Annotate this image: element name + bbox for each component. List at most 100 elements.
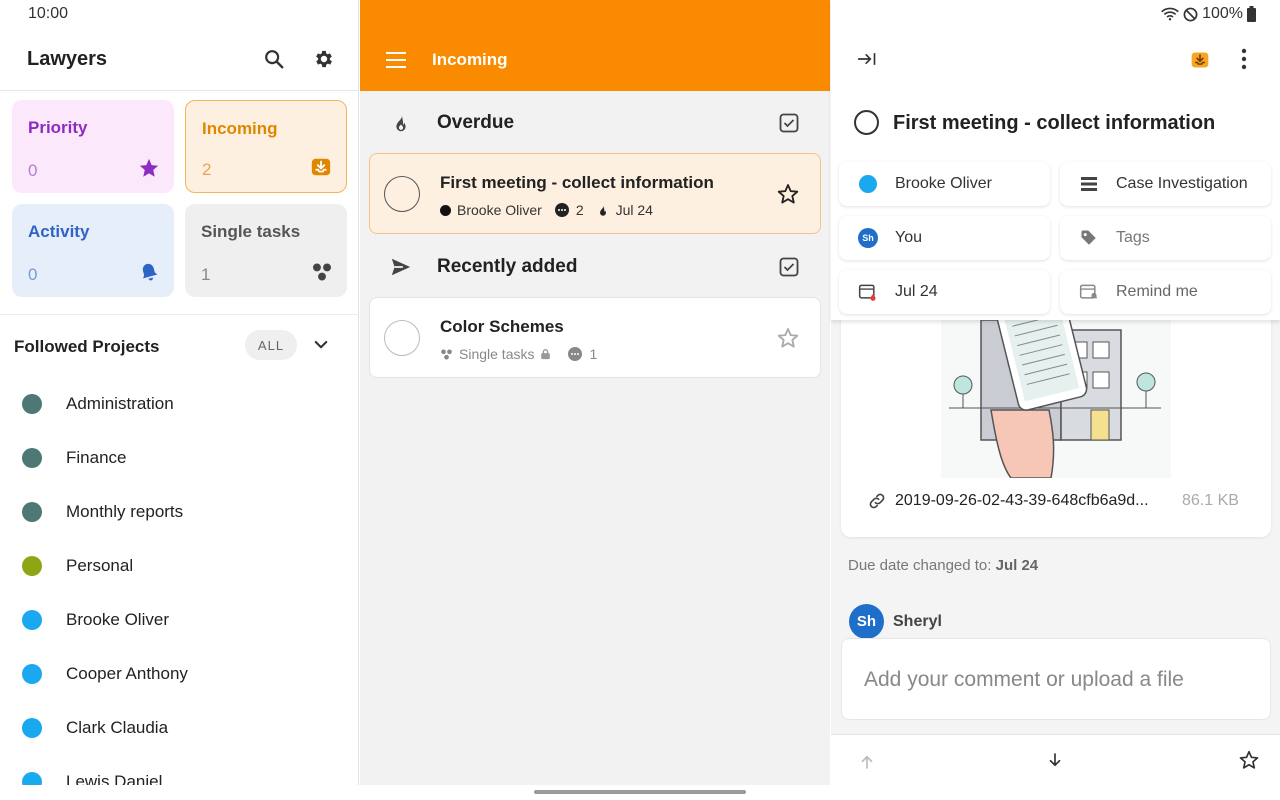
pill-label: You: [895, 229, 922, 246]
task-project: Single tasks: [459, 346, 535, 362]
star-outline-icon[interactable]: [776, 182, 800, 206]
gesture-handle[interactable]: [534, 790, 746, 794]
flame-icon: [396, 113, 406, 132]
search-icon: [265, 50, 284, 69]
select-all-checkbox-icon[interactable]: [779, 113, 799, 133]
project-color-dot: [22, 502, 42, 522]
comment-input[interactable]: Add your comment or upload a file: [841, 638, 1271, 720]
project-color-dot: [22, 610, 42, 630]
project-color-dot: [22, 556, 42, 576]
attachment-card[interactable]: 2019-09-26-02-43-39-648cfb6a9d... 86.1 K…: [841, 300, 1271, 537]
avatar: Sh: [849, 604, 884, 639]
sidebar: 10:00 Lawyers Priority 0 Incoming 2 Acti…: [0, 0, 359, 785]
attachment-name[interactable]: 2019-09-26-02-43-39-648cfb6a9d...: [895, 492, 1149, 510]
project-color-dot: [22, 394, 42, 414]
assignee-dot: [440, 204, 451, 216]
expand-projects-button[interactable]: [307, 331, 335, 359]
project-item[interactable]: Monthly reports: [0, 485, 358, 539]
owner-pill[interactable]: Sh You: [839, 216, 1050, 260]
project-color-dot: [22, 448, 42, 468]
assignee-dot: [857, 173, 879, 195]
search-button[interactable]: [260, 45, 288, 73]
inbox-icon: [310, 156, 332, 178]
menu-button[interactable]: [382, 46, 410, 74]
lock-icon: [541, 349, 551, 360]
hamburger-icon: [386, 52, 406, 68]
detail-bottom-bar: [831, 734, 1280, 785]
all-projects-button[interactable]: ALL: [245, 330, 297, 360]
project-label: Lewis Daniel: [66, 772, 163, 785]
project-label: Personal: [66, 556, 134, 575]
project-item[interactable]: Finance: [0, 431, 358, 485]
send-icon: [391, 258, 411, 276]
task-card[interactable]: Color Schemes Single tasks 1: [369, 297, 821, 378]
card-single-tasks[interactable]: Single tasks 1: [185, 204, 347, 297]
divider: [0, 314, 358, 315]
card-priority[interactable]: Priority 0: [12, 100, 174, 193]
arrow-up-icon[interactable]: [858, 752, 876, 772]
gear-icon: [316, 50, 332, 68]
due-date: Jul 24: [615, 202, 653, 218]
comment-icon: [568, 347, 583, 361]
complete-checkbox[interactable]: [384, 320, 420, 356]
card-count: 0: [28, 265, 38, 284]
project-item[interactable]: Clark Claudia: [0, 701, 358, 755]
project-item[interactable]: Administration: [0, 377, 358, 431]
dots-cluster-icon: [311, 261, 333, 283]
project-item[interactable]: Lewis Daniel: [0, 755, 358, 785]
select-all-checkbox-icon[interactable]: [779, 257, 799, 277]
star-outline-icon[interactable]: [1238, 749, 1260, 771]
followed-projects-title: Followed Projects: [14, 337, 160, 356]
divider: [0, 90, 358, 91]
card-label: Priority: [28, 118, 88, 137]
complete-checkbox[interactable]: [384, 176, 420, 212]
collapse-panel-icon[interactable]: [857, 50, 877, 68]
flame-icon: [599, 204, 606, 216]
inbox-icon[interactable]: [1190, 50, 1210, 70]
project-item[interactable]: Brooke Oliver: [0, 593, 358, 647]
card-incoming[interactable]: Incoming 2: [185, 100, 347, 193]
project-label: Administration: [66, 394, 174, 413]
due-date-pill[interactable]: Jul 24: [839, 270, 1050, 314]
do-not-disturb-icon: [1183, 7, 1198, 21]
activity-value: Jul 24: [995, 557, 1039, 574]
task-title: Color Schemes: [440, 317, 564, 336]
star-outline-icon[interactable]: [776, 326, 800, 350]
section-title: Overdue: [437, 112, 515, 133]
pill-label: Jul 24: [895, 283, 938, 300]
pill-label: Brooke Oliver: [895, 175, 992, 192]
phone-illustration: [949, 300, 1161, 478]
project-label: Clark Claudia: [66, 718, 169, 737]
tag-icon: [1078, 227, 1100, 249]
tags-pill[interactable]: Tags: [1060, 216, 1271, 260]
task-card[interactable]: First meeting - collect information Broo…: [369, 153, 821, 234]
wifi-icon: [1161, 7, 1179, 21]
bell-icon: [138, 261, 160, 283]
activity-prefix: Due date changed to:: [848, 557, 992, 574]
more-vertical-icon[interactable]: [1237, 48, 1251, 70]
complete-checkbox[interactable]: [854, 110, 879, 135]
attachment-preview-image: [941, 300, 1171, 478]
workspace-title: Lawyers: [27, 48, 108, 70]
dots-cluster-icon: [441, 348, 452, 360]
project-pill[interactable]: Case Investigation: [1060, 162, 1271, 206]
project-item[interactable]: Cooper Anthony: [0, 647, 358, 701]
project-item[interactable]: Personal: [0, 539, 358, 593]
reminder-pill[interactable]: Remind me: [1060, 270, 1271, 314]
assignee-pill[interactable]: Brooke Oliver: [839, 162, 1050, 206]
arrow-down-icon[interactable]: [1046, 750, 1064, 770]
card-activity[interactable]: Activity 0: [12, 204, 174, 297]
task-meta: Single tasks 1: [440, 346, 597, 362]
system-nav-bar: [0, 785, 1280, 800]
settings-button[interactable]: [310, 45, 338, 73]
project-label: Finance: [66, 448, 127, 467]
pill-label: Tags: [1116, 229, 1150, 246]
comment-count: 2: [575, 202, 584, 218]
project-label: Cooper Anthony: [66, 664, 188, 683]
task-detail-panel: 2019-09-26-02-43-39-648cfb6a9d... 86.1 K…: [831, 0, 1280, 785]
card-count: 0: [28, 161, 38, 180]
list-icon: [1078, 173, 1100, 195]
pill-label: Remind me: [1116, 283, 1198, 300]
attachment-size: 86.1 KB: [1182, 492, 1239, 509]
card-label: Activity: [28, 222, 90, 241]
